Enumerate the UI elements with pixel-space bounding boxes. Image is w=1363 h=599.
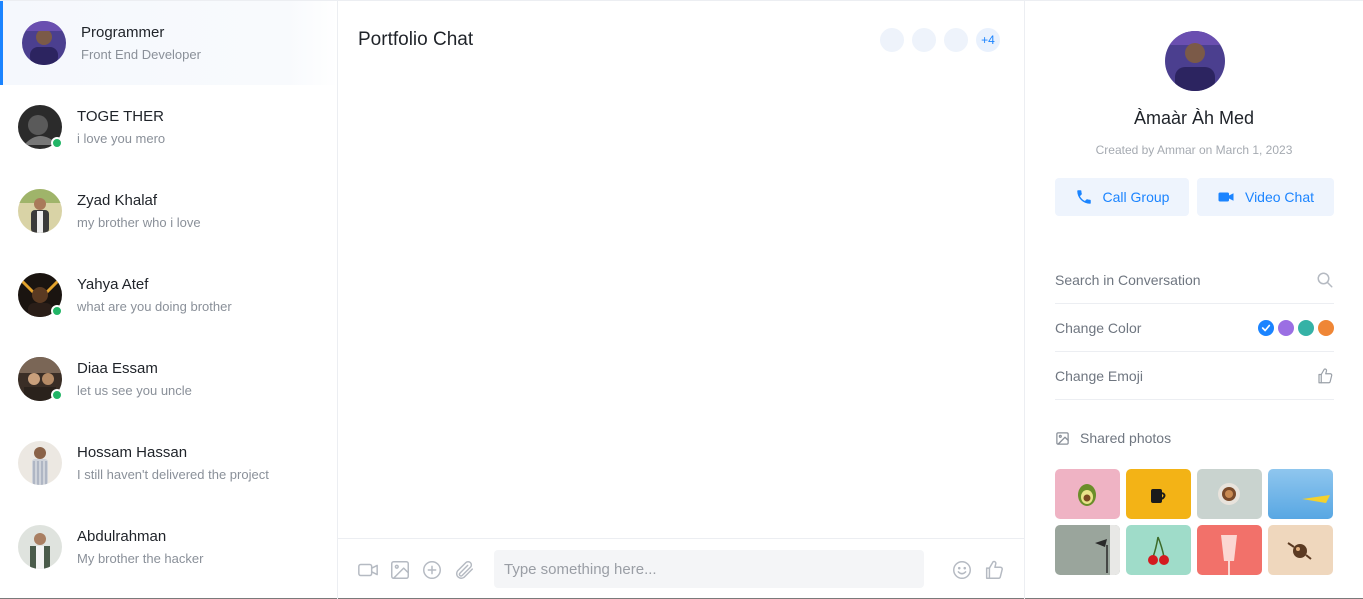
- conversation-name: Yahya Atef: [77, 276, 149, 293]
- member-avatar: [878, 26, 906, 54]
- profile-name: Àmaàr Àh Med: [1133, 108, 1255, 128]
- profile-created-info: Created by Ammar on March 1, 2023: [1095, 143, 1293, 157]
- conversation-name: Programmer: [81, 24, 165, 41]
- shared-photo[interactable]: [1197, 469, 1262, 519]
- video-camera-icon[interactable]: [357, 559, 379, 581]
- chat-panel: Portfolio Chat +4: [338, 1, 1025, 599]
- call-group-button[interactable]: Call Group: [1055, 178, 1189, 216]
- color-swatch-teal[interactable]: [1298, 319, 1314, 336]
- search-conversation-label: Search in Conversation: [1055, 271, 1201, 288]
- conversation-name: Diaa Essam: [77, 360, 158, 377]
- plus-circle-icon[interactable]: [421, 559, 443, 581]
- conversation-item-zyad-khalaf[interactable]: Zyad Khalaf my brother who i love: [0, 169, 337, 253]
- shared-photo[interactable]: [1126, 469, 1191, 519]
- conversation-item-yahya-atef[interactable]: Yahya Atef what are you doing brother: [0, 253, 337, 337]
- online-indicator: [51, 137, 63, 149]
- member-avatars[interactable]: +4: [874, 26, 1002, 54]
- shared-photo[interactable]: [1197, 525, 1262, 575]
- change-color-option[interactable]: Change Color: [1055, 304, 1334, 352]
- avatar: [18, 105, 63, 149]
- shared-photos-label: Shared photos: [1080, 430, 1172, 446]
- change-emoji-label: Change Emoji: [1055, 367, 1143, 384]
- more-members-badge[interactable]: +4: [974, 26, 1002, 54]
- member-avatar: [942, 26, 970, 54]
- paperclip-icon[interactable]: [453, 559, 475, 581]
- color-swatch-blue[interactable]: [1258, 319, 1274, 336]
- chat-title: Portfolio Chat: [358, 29, 474, 50]
- thumbs-up-icon[interactable]: [983, 559, 1005, 581]
- change-color-label: Change Color: [1055, 319, 1142, 336]
- video-chat-label: Video Chat: [1244, 189, 1314, 205]
- shared-photo[interactable]: [1268, 525, 1333, 575]
- avatar: [18, 273, 63, 317]
- online-indicator: [51, 305, 63, 317]
- shared-photo[interactable]: [1055, 525, 1120, 575]
- avatar: [18, 525, 62, 569]
- avatar: [18, 441, 62, 485]
- smiley-icon[interactable]: [951, 559, 973, 581]
- change-emoji-option[interactable]: Change Emoji: [1055, 352, 1334, 400]
- conversation-name: Hossam Hassan: [77, 444, 188, 461]
- conversation-preview: Front End Developer: [81, 47, 201, 62]
- color-swatch-purple[interactable]: [1278, 319, 1294, 336]
- profile-avatar: [1165, 31, 1225, 91]
- avatar: [18, 357, 63, 401]
- conversation-item-abdulrahman[interactable]: Abdulrahman My brother the hacker: [0, 505, 337, 589]
- conversation-name: TOGE THER: [77, 108, 164, 125]
- conversation-item-together[interactable]: TOGE THER i love you mero: [0, 85, 337, 169]
- color-swatch-orange[interactable]: [1318, 319, 1334, 336]
- shared-photo[interactable]: [1268, 469, 1333, 519]
- conversation-preview: My brother the hacker: [77, 551, 204, 566]
- conversation-list: Programmer Front End Developer TOGE THER…: [0, 1, 338, 599]
- conversation-preview: I still haven't delivered the project: [77, 467, 269, 482]
- image-icon[interactable]: [389, 559, 411, 581]
- image-icon: [1056, 431, 1069, 445]
- shared-photo[interactable]: [1055, 469, 1120, 519]
- conversation-name: Abdulrahman: [77, 528, 167, 545]
- call-group-label: Call Group: [1102, 189, 1170, 205]
- search-conversation-option[interactable]: Search in Conversation: [1055, 256, 1334, 304]
- chat-details-panel: Àmaàr Àh Med Created by Ammar on March 1…: [1025, 1, 1363, 599]
- phone-icon: [1076, 190, 1091, 204]
- shared-photos-header: Shared photos: [1055, 430, 1171, 446]
- online-indicator: [51, 389, 63, 401]
- conversation-preview: i love you mero: [77, 131, 166, 146]
- conversation-name: Zyad Khalaf: [77, 192, 158, 209]
- thumbs-up-icon: [1318, 367, 1333, 383]
- shared-photos-grid: [1055, 469, 1335, 575]
- conversation-item-diaa-essam[interactable]: Diaa Essam let us see you uncle: [0, 337, 337, 421]
- video-camera-icon: [1218, 192, 1234, 202]
- conversation-item-hossam-hassan[interactable]: Hossam Hassan I still haven't delivered …: [0, 421, 337, 505]
- avatar: [18, 189, 62, 233]
- conversation-preview: what are you doing brother: [77, 299, 232, 314]
- search-icon: [1317, 272, 1333, 287]
- video-chat-button[interactable]: Video Chat: [1197, 178, 1334, 216]
- message-composer: [338, 538, 1024, 599]
- conversation-preview: let us see you uncle: [77, 383, 192, 398]
- conversation-preview: my brother who i love: [77, 215, 201, 230]
- color-swatches: [1258, 319, 1334, 336]
- check-icon: [1261, 324, 1271, 331]
- conversation-item-programmer[interactable]: Programmer Front End Developer: [0, 1, 337, 85]
- shared-photo[interactable]: [1126, 525, 1191, 575]
- message-input[interactable]: [494, 550, 924, 588]
- member-avatar: [910, 26, 938, 54]
- avatar: [22, 21, 66, 65]
